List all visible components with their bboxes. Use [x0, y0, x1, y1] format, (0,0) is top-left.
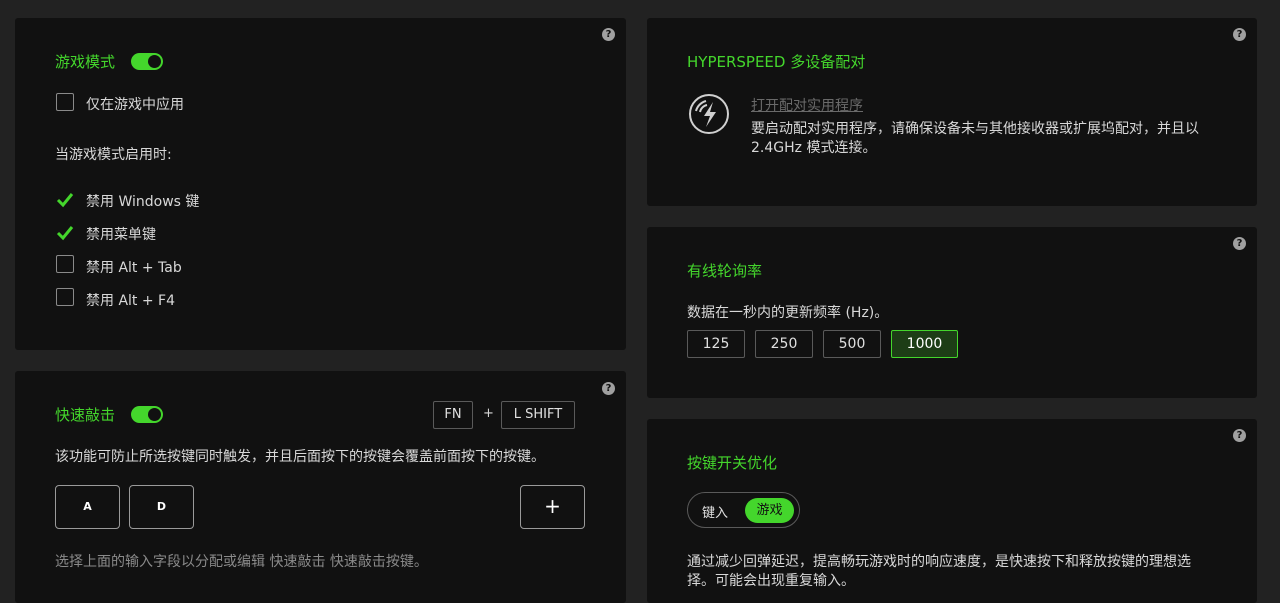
disable-alt-f4-checkbox[interactable] — [56, 288, 74, 306]
polling-rate-panel: ? 有线轮询率 数据在一秒内的更新频率 (Hz)。 125 250 500 10… — [647, 227, 1257, 398]
game-mode-panel: ? 游戏模式 仅在游戏中应用 当游戏模式启用时: 禁用 Windows 键 禁用… — [15, 18, 626, 350]
polling-rate-description: 数据在一秒内的更新频率 (Hz)。 — [687, 305, 889, 321]
rate-250-button[interactable]: 250 — [755, 330, 813, 358]
game-mode-toggle[interactable] — [131, 53, 163, 70]
game-mode-title: 游戏模式 — [55, 53, 116, 71]
key-switch-description-line2: 择。可能会出现重复输入。 — [687, 573, 855, 589]
disable-menu-key-label: 禁用菜单键 — [86, 227, 156, 243]
hyperspeed-description-line1: 要启动配对实用程序，请确保设备未与其他接收器或扩展坞配对，并且以 — [751, 121, 1199, 137]
disable-alt-tab-label: 禁用 Alt + Tab — [86, 260, 182, 276]
hyperspeed-wireless-icon — [689, 94, 729, 134]
check-icon[interactable] — [55, 223, 75, 243]
help-icon[interactable]: ? — [1233, 429, 1246, 442]
help-icon[interactable]: ? — [1233, 28, 1246, 41]
apply-only-in-game-label: 仅在游戏中应用 — [86, 97, 184, 113]
help-icon[interactable]: ? — [602, 382, 615, 395]
hyperspeed-description-line2: 2.4GHz 模式连接。 — [751, 140, 877, 156]
disable-alt-f4-label: 禁用 Alt + F4 — [86, 293, 175, 309]
hyperspeed-title: HYPERSPEED 多设备配对 — [687, 53, 866, 71]
apply-only-in-game-checkbox[interactable] — [56, 93, 74, 111]
when-enabled-label: 当游戏模式启用时: — [55, 147, 172, 163]
snap-tap-hint: 选择上面的输入字段以分配或编辑 快速敲击 快速敲击按键。 — [55, 554, 428, 570]
disable-alt-tab-checkbox[interactable] — [56, 255, 74, 273]
key-switch-description-line1: 通过减少回弹延迟，提高畅玩游戏时的响应速度，是快速按下和释放按键的理想选 — [687, 554, 1191, 570]
shortcut-key-fn: FN — [433, 401, 473, 429]
disable-windows-key-label: 禁用 Windows 键 — [86, 194, 200, 210]
key-a-button[interactable]: A — [55, 485, 120, 529]
rate-1000-button[interactable]: 1000 — [891, 330, 958, 358]
snap-tap-title: 快速敲击 — [55, 406, 116, 424]
snap-tap-panel: ? 快速敲击 FN + L SHIFT 该功能可防止所选按键同时触发，并且后面按… — [15, 371, 626, 603]
polling-rate-title: 有线轮询率 — [687, 262, 763, 280]
typing-gaming-segmented-control[interactable]: 键入 游戏 — [687, 492, 800, 528]
snap-tap-description: 该功能可防止所选按键同时触发，并且后面按下的按键会覆盖前面按下的按键。 — [55, 449, 545, 465]
rate-500-button[interactable]: 500 — [823, 330, 881, 358]
help-icon[interactable]: ? — [602, 28, 615, 41]
help-icon[interactable]: ? — [1233, 237, 1246, 250]
option-gaming[interactable]: 游戏 — [745, 498, 794, 523]
key-d-button[interactable]: D — [129, 485, 194, 529]
key-switch-title: 按键开关优化 — [687, 454, 778, 472]
hyperspeed-panel: ? HYPERSPEED 多设备配对 打开配对实用程序 要启动配对实用程序，请确… — [647, 18, 1257, 206]
add-key-button[interactable]: + — [520, 485, 585, 529]
option-typing[interactable]: 键入 — [702, 502, 728, 521]
check-icon[interactable] — [55, 190, 75, 210]
rate-125-button[interactable]: 125 — [687, 330, 745, 358]
open-pairing-utility-link[interactable]: 打开配对实用程序 — [751, 95, 863, 115]
shortcut-plus: + — [483, 406, 494, 421]
key-switch-optimization-panel: ? 按键开关优化 键入 游戏 通过减少回弹延迟，提高畅玩游戏时的响应速度，是快速… — [647, 419, 1257, 603]
shortcut-key-lshift: L SHIFT — [501, 401, 575, 429]
snap-tap-toggle[interactable] — [131, 406, 163, 423]
